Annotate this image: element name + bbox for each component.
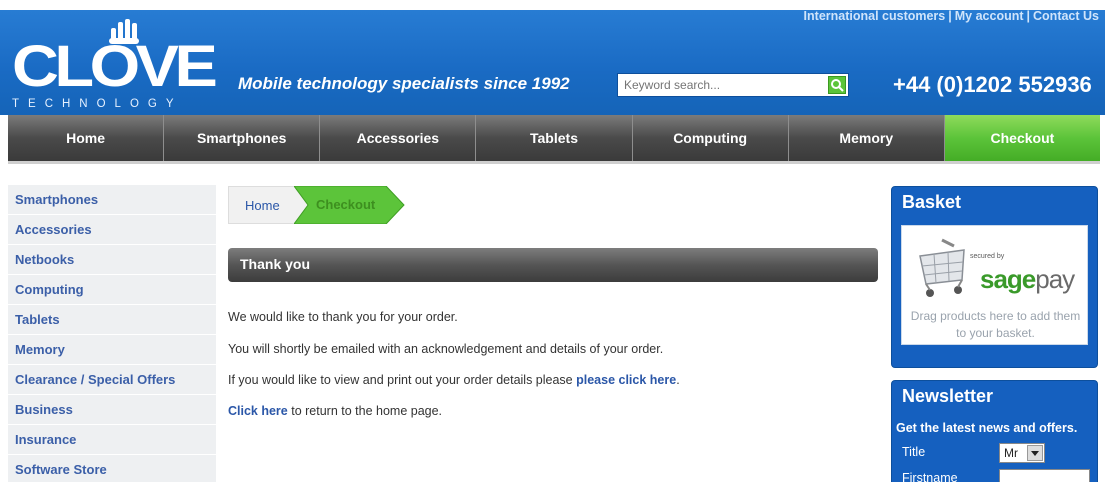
firstname-label: Firstname: [902, 471, 958, 482]
international-customers-link[interactable]: International customers: [804, 9, 946, 23]
my-account-link[interactable]: My account: [955, 9, 1024, 23]
sidebar-item-software-store[interactable]: Software Store: [8, 455, 216, 482]
sidebar-item-business[interactable]: Business: [8, 395, 216, 425]
email-notice-text: You will shortly be emailed with an ackn…: [228, 342, 664, 356]
search-box: [617, 73, 849, 97]
basket-title: Basket: [902, 192, 962, 212]
site-header: International customers | My account | Conta…: [0, 0, 1105, 115]
sidebar-item-smartphones[interactable]: Smartphones: [8, 185, 216, 215]
firstname-input[interactable]: [999, 469, 1090, 482]
view-order-link[interactable]: please click here: [576, 373, 676, 387]
clove-logo[interactable]: CLOVE TECHNOLOGY: [10, 18, 220, 110]
order-details-text: If you would like to view and print out …: [228, 373, 680, 387]
tagline: Mobile technology specialists since 1992: [238, 74, 570, 93]
logo-subtext: TECHNOLOGY: [12, 98, 183, 110]
page-heading-bar: Thank you: [228, 248, 878, 282]
category-sidebar: Smartphones Accessories Netbooks Computi…: [8, 185, 216, 482]
shopping-cart-icon: [919, 238, 965, 297]
nav-accessories[interactable]: Accessories: [320, 115, 477, 161]
search-icon: [831, 79, 844, 92]
thank-you-text: We would like to thank you for your orde…: [228, 310, 458, 324]
nav-tablets[interactable]: Tablets: [476, 115, 633, 161]
search-button[interactable]: [828, 76, 846, 94]
sagepay-secured-by: secured by: [970, 253, 1005, 260]
newsletter-title: Newsletter: [902, 386, 994, 406]
nav-computing[interactable]: Computing: [632, 115, 789, 161]
nav-home[interactable]: Home: [8, 115, 165, 161]
sidebar-item-accessories[interactable]: Accessories: [8, 215, 216, 245]
nav-memory[interactable]: Memory: [788, 115, 945, 161]
page: International customers | My account | Conta…: [0, 0, 1105, 482]
sidebar-item-computing[interactable]: Computing: [8, 275, 216, 305]
sidebar-item-netbooks[interactable]: Netbooks: [8, 245, 216, 275]
phone-number: +44 (0)1202 552936: [893, 72, 1092, 97]
sidebar-item-insurance[interactable]: Insurance: [8, 425, 216, 455]
title-select-value: Mr: [1004, 446, 1018, 460]
return-home-link[interactable]: Click here: [228, 404, 288, 418]
search-input[interactable]: [618, 74, 825, 96]
newsletter-subtitle: Get the latest news and offers.: [896, 421, 1078, 435]
contact-us-link[interactable]: Contact Us: [1033, 9, 1099, 23]
nav-checkout[interactable]: Checkout: [944, 115, 1100, 161]
logo-wordmark: CLOVE: [12, 34, 218, 99]
newsletter-panel: Newsletter Get the latest news and offer…: [891, 380, 1098, 482]
sidebar-item-clearance[interactable]: Clearance / Special Offers: [8, 365, 216, 395]
sagepay-logo: sagepay: [980, 264, 1075, 294]
breadcrumb-current: Checkout: [316, 197, 376, 212]
title-label: Title: [902, 445, 926, 459]
top-links: International customers | My account | Conta…: [803, 9, 1099, 23]
sidebar-item-tablets[interactable]: Tablets: [8, 305, 216, 335]
return-home-text: Click here to return to the home page.: [228, 404, 443, 418]
basket-panel: Basket secured by sagepay Drag products …: [891, 186, 1098, 368]
basket-instructions: Drag products here to add them to your b…: [910, 309, 1081, 340]
sidebar-item-memory[interactable]: Memory: [8, 335, 216, 365]
title-select[interactable]: Mr: [999, 443, 1045, 463]
main-nav: Home Smartphones Accessories Tablets Com…: [8, 115, 1100, 161]
nav-smartphones[interactable]: Smartphones: [164, 115, 321, 161]
basket-drop-zone[interactable]: secured by sagepay Drag products here to…: [901, 225, 1088, 345]
chevron-down-icon: [1027, 445, 1043, 461]
page-title: Thank you: [240, 256, 311, 272]
